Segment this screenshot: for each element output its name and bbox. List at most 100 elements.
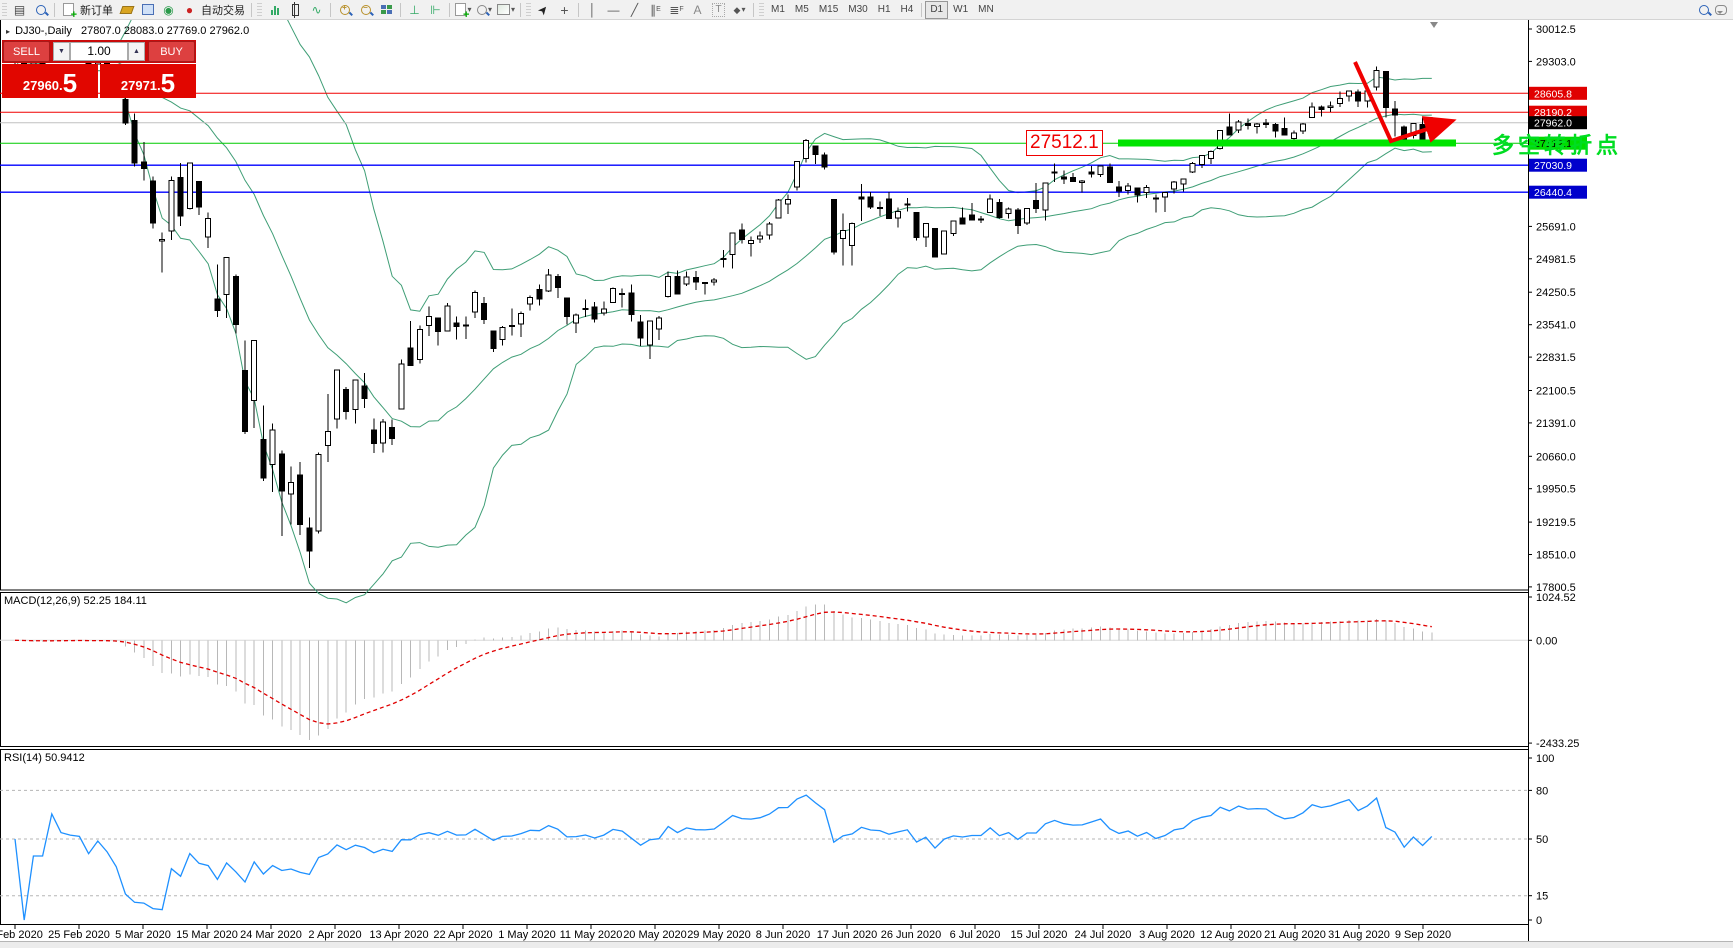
search-icon[interactable] bbox=[1699, 4, 1709, 15]
ask-base: 27971. bbox=[120, 78, 161, 93]
svg-text:50: 50 bbox=[1536, 834, 1548, 846]
bid-price[interactable]: 27960. 5 bbox=[2, 64, 98, 98]
bollinger-bands bbox=[14, 0, 1432, 604]
horizontal-line-icon[interactable]: — bbox=[603, 1, 624, 18]
tile-windows-icon[interactable] bbox=[376, 1, 397, 18]
indicators-icon[interactable]: + ▾ bbox=[453, 1, 474, 21]
svg-text:100: 100 bbox=[1536, 753, 1554, 765]
svg-text:8 Jun 2020: 8 Jun 2020 bbox=[756, 929, 810, 941]
sell-button[interactable]: SELL bbox=[3, 41, 50, 62]
volume-down-button[interactable]: ▼ bbox=[53, 42, 70, 61]
svg-text:26 Jun 2020: 26 Jun 2020 bbox=[881, 929, 942, 941]
tf-m15[interactable]: M15 bbox=[814, 2, 843, 18]
fibonacci-icon[interactable]: ≣ F bbox=[666, 1, 687, 18]
periods-icon[interactable]: ▾ bbox=[474, 1, 495, 18]
svg-text:29303.0: 29303.0 bbox=[1536, 56, 1576, 68]
price-badge-26440.4: 26440.4 bbox=[1529, 185, 1587, 199]
mt4-window: { "toolbar": { "new_order_label": "新订单",… bbox=[0, 0, 1733, 948]
tf-mn[interactable]: MN bbox=[973, 2, 999, 18]
svg-text:31 Aug 2020: 31 Aug 2020 bbox=[1328, 929, 1390, 941]
tf-w1[interactable]: W1 bbox=[948, 2, 973, 18]
text-label-icon[interactable]: T bbox=[708, 1, 729, 18]
price-badge-27030.9: 27030.9 bbox=[1529, 158, 1587, 172]
svg-text:23541.0: 23541.0 bbox=[1536, 320, 1576, 332]
turning-point-annotation[interactable]: 多空转折点 bbox=[1492, 128, 1622, 160]
arrows-icon[interactable]: ◆ ▾ bbox=[729, 1, 750, 18]
arrange2-icon[interactable]: ⊩ bbox=[425, 1, 446, 18]
autotrading-label[interactable]: 自动交易 bbox=[201, 2, 245, 18]
svg-text:0.00: 0.00 bbox=[1536, 635, 1557, 647]
rsi-line bbox=[14, 794, 1433, 921]
tf-h4[interactable]: H4 bbox=[896, 2, 919, 18]
templates-icon[interactable]: ▾ bbox=[495, 1, 517, 18]
tf-m5[interactable]: M5 bbox=[790, 2, 814, 18]
cursor-icon[interactable]: ➤ bbox=[533, 1, 554, 18]
svg-text:15 Mar 2020: 15 Mar 2020 bbox=[176, 929, 238, 941]
support-price-annotation[interactable]: 27512.1 bbox=[1026, 130, 1103, 156]
svg-text:30012.5: 30012.5 bbox=[1536, 24, 1576, 36]
svg-text:19219.5: 19219.5 bbox=[1536, 517, 1576, 529]
svg-text:80: 80 bbox=[1536, 785, 1548, 797]
quotes-icon[interactable] bbox=[116, 1, 137, 18]
svg-text:24 Mar 2020: 24 Mar 2020 bbox=[240, 929, 302, 941]
market-watch-icon[interactable] bbox=[30, 1, 51, 18]
buy-button[interactable]: BUY bbox=[148, 41, 195, 62]
toolbar-grip[interactable] bbox=[2, 2, 7, 17]
svg-text:18510.0: 18510.0 bbox=[1536, 550, 1576, 562]
equidistant-channel-icon[interactable]: ∥ E bbox=[645, 1, 666, 18]
autotrading-button[interactable]: ● bbox=[179, 1, 200, 18]
terminal-icon[interactable] bbox=[137, 1, 158, 18]
chart-canvas[interactable]: 30012.5 29303.0 25691.0 24981.5 24250.5 23541… bbox=[0, 0, 1733, 947]
chat-icon[interactable] bbox=[1715, 4, 1727, 15]
svg-text:9 Sep 2020: 9 Sep 2020 bbox=[1395, 929, 1451, 941]
symbol-readout: ▸ DJ30-,Daily 27807.0 28083.0 27769.0 27… bbox=[6, 25, 249, 37]
shift-marker bbox=[1430, 22, 1438, 28]
new-order-button[interactable]: + bbox=[58, 1, 79, 21]
svg-text:6 Feb 2020: 6 Feb 2020 bbox=[0, 929, 43, 941]
svg-text:2 Apr 2020: 2 Apr 2020 bbox=[308, 929, 361, 941]
macd-label: MACD(12,26,9) 52.25 184.11 bbox=[4, 595, 147, 607]
price-badge-28605.8: 28605.8 bbox=[1529, 86, 1587, 100]
tf-h1[interactable]: H1 bbox=[873, 2, 896, 18]
arrange-icon[interactable]: ⊥ bbox=[404, 1, 425, 18]
ask-price[interactable]: 27971. 5 bbox=[100, 64, 196, 98]
zoom-out-icon[interactable]: – bbox=[355, 1, 376, 18]
candles bbox=[12, 49, 1435, 569]
tf-m1[interactable]: M1 bbox=[766, 2, 790, 18]
tf-m30[interactable]: M30 bbox=[843, 2, 872, 18]
svg-text:24250.5: 24250.5 bbox=[1536, 287, 1576, 299]
signals-icon[interactable]: ◉ bbox=[158, 1, 179, 18]
volume-input[interactable]: 1.00 bbox=[70, 42, 128, 61]
tf-d1[interactable]: D1 bbox=[925, 0, 949, 19]
bar-chart-icon[interactable] bbox=[264, 1, 285, 18]
new-order-label[interactable]: 新订单 bbox=[80, 2, 113, 18]
svg-text:12 Aug 2020: 12 Aug 2020 bbox=[1200, 929, 1262, 941]
chart-window-icon[interactable]: ▤ bbox=[9, 1, 30, 18]
svg-text:22100.5: 22100.5 bbox=[1536, 386, 1576, 398]
one-click-trading-panel: SELL ▼ 1.00 ▲ BUY 27960. 5 27971. 5 bbox=[2, 40, 196, 98]
svg-text:25 Feb 2020: 25 Feb 2020 bbox=[48, 929, 110, 941]
macd-axis: 1024.52 0.00 -2433.25 bbox=[1528, 592, 1579, 750]
svg-text:3 Aug 2020: 3 Aug 2020 bbox=[1139, 929, 1195, 941]
svg-text:17 Jun 2020: 17 Jun 2020 bbox=[817, 929, 878, 941]
crosshair-icon[interactable]: + bbox=[554, 1, 575, 18]
volume-up-button[interactable]: ▲ bbox=[128, 42, 145, 61]
svg-text:24981.5: 24981.5 bbox=[1536, 254, 1576, 266]
svg-text:22 Apr 2020: 22 Apr 2020 bbox=[433, 929, 492, 941]
trendline-icon[interactable]: ╱ bbox=[624, 1, 645, 18]
zoom-in-icon[interactable]: + bbox=[334, 1, 355, 18]
price-axis: 30012.5 29303.0 25691.0 24981.5 24250.5 23541… bbox=[1528, 24, 1587, 594]
svg-text:1024.52: 1024.52 bbox=[1536, 592, 1576, 604]
bid-big-digit: 5 bbox=[62, 68, 78, 98]
candlestick-chart-icon[interactable] bbox=[285, 1, 306, 18]
svg-text:27030.9: 27030.9 bbox=[1534, 160, 1572, 172]
vertical-line-icon[interactable]: │ bbox=[582, 1, 603, 18]
line-chart-icon[interactable]: ∿ bbox=[306, 1, 327, 18]
svg-text:19950.5: 19950.5 bbox=[1536, 484, 1576, 496]
text-icon[interactable]: A bbox=[687, 1, 708, 18]
ask-big-digit: 5 bbox=[160, 68, 176, 98]
svg-text:24 Jul 2020: 24 Jul 2020 bbox=[1075, 929, 1132, 941]
new-order-icon: + bbox=[63, 3, 77, 21]
svg-text:20 May 2020: 20 May 2020 bbox=[623, 929, 687, 941]
support-highlight-bar[interactable] bbox=[1118, 139, 1456, 147]
